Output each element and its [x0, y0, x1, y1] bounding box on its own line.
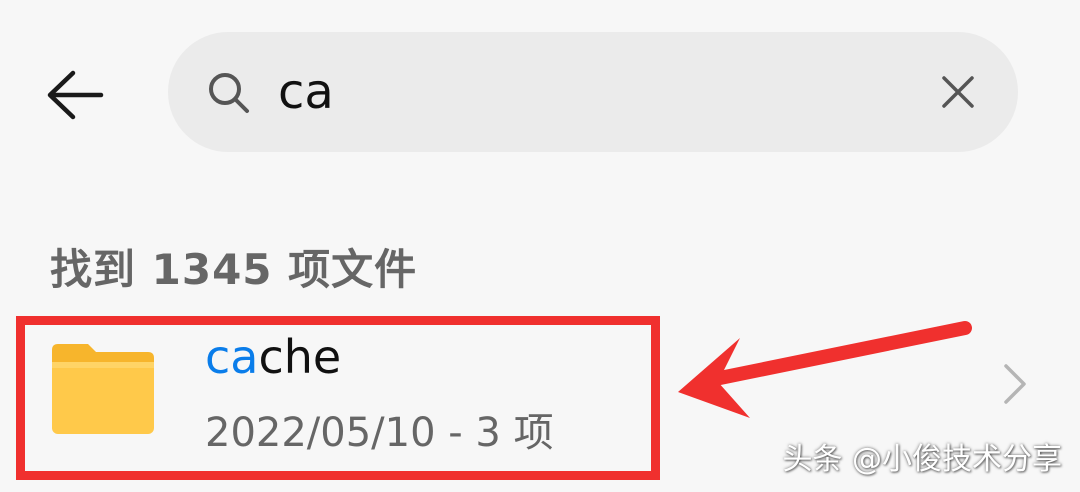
close-icon: [942, 76, 974, 108]
search-icon: [209, 73, 249, 113]
folder-icon: [52, 344, 154, 434]
item-meta: 2022/05/10 - 3 项: [205, 410, 554, 456]
clear-search-button[interactable]: [928, 62, 988, 122]
arrow-left-icon: [47, 70, 104, 120]
back-button[interactable]: [30, 50, 120, 140]
item-title-rest: che: [258, 330, 342, 384]
search-bar[interactable]: ca: [168, 32, 1018, 152]
chevron-right-icon: [1004, 364, 1026, 404]
watermark: 头条 @小俊技术分享: [782, 442, 1062, 477]
item-title-match: ca: [205, 330, 259, 384]
item-title: cache: [205, 330, 341, 384]
search-input[interactable]: ca: [278, 54, 334, 130]
search-results-screen: ca 找到 1345 项文件 cache 2022/05/10 - 3 项 头条…: [0, 0, 1080, 492]
result-count-label: 找到 1345 项文件: [50, 245, 418, 294]
